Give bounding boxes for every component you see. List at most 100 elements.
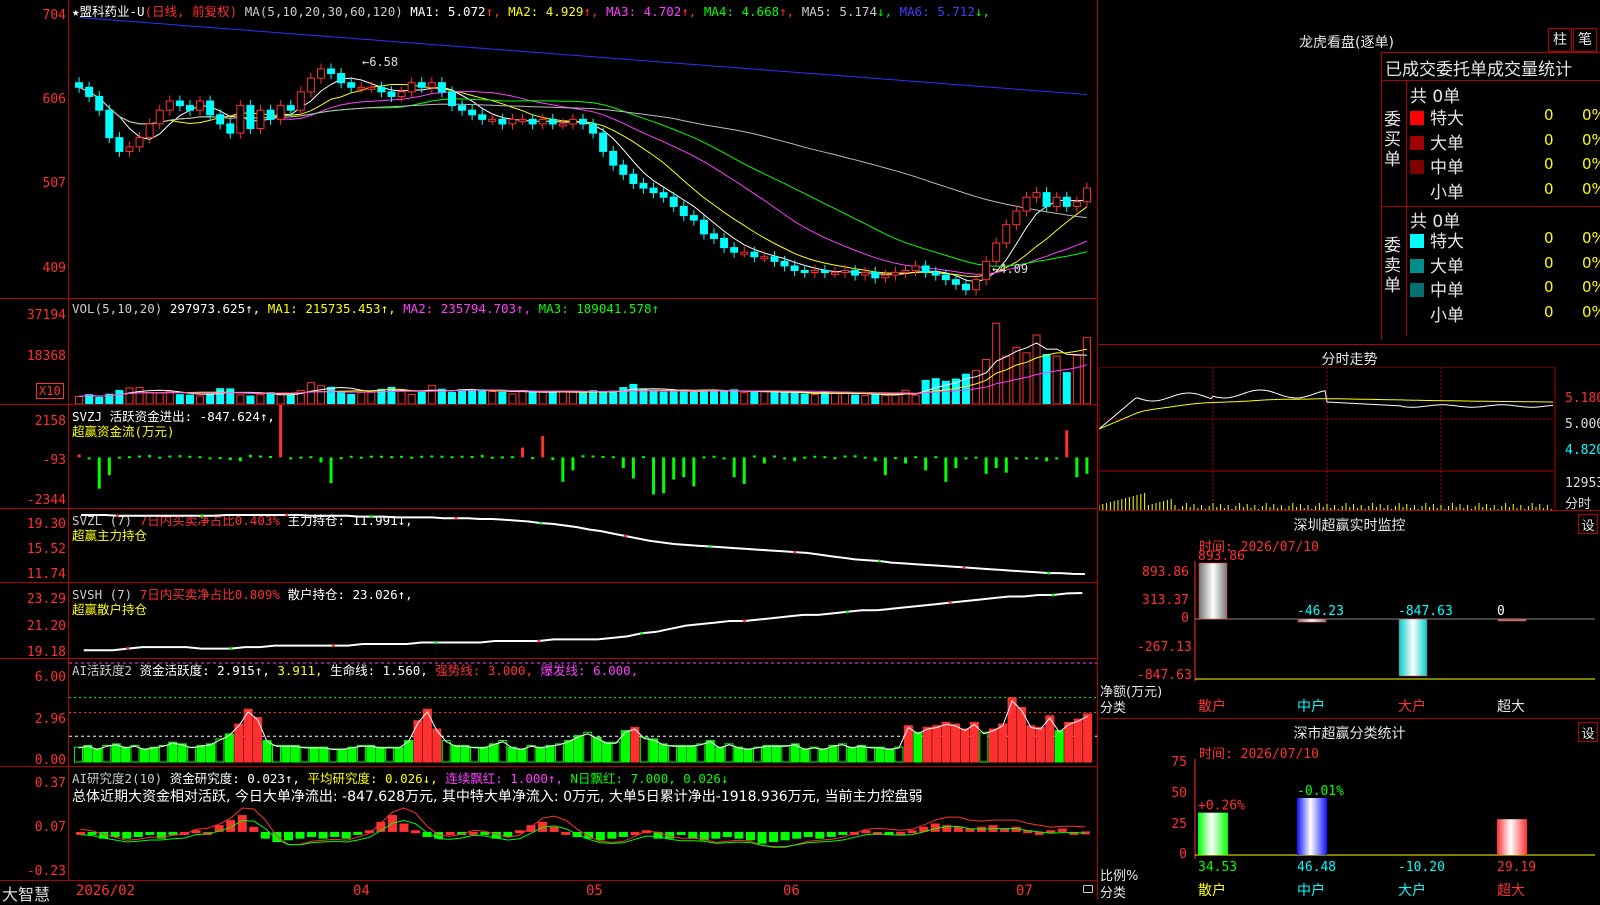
fund-flow-bar <box>934 456 938 459</box>
activity-bar <box>1083 713 1093 763</box>
fund-flow-bar <box>823 456 827 459</box>
research-bar <box>353 831 363 835</box>
fund-flow-bar <box>158 456 162 459</box>
activity-bar <box>979 731 989 763</box>
activity-bar <box>602 741 612 763</box>
activity-bar <box>847 746 857 763</box>
svzl-chart[interactable] <box>69 509 1097 582</box>
fund-flow-bar <box>682 457 686 478</box>
activity-bar <box>885 748 895 763</box>
candle-body <box>316 68 325 79</box>
candle-body <box>256 109 265 130</box>
chart-area[interactable]: ★盟科药业-U(日线, 前复权) MA(5,10,20,30,60,120) M… <box>0 0 1098 904</box>
monitor-value-label: -46.23 <box>1297 604 1344 619</box>
candlestick-chart[interactable] <box>69 14 1097 298</box>
monitor-category: 中户 <box>1297 698 1325 715</box>
candle-body <box>629 173 638 184</box>
fund-flow-bar <box>591 455 595 458</box>
volume-bar <box>871 394 880 404</box>
ai-research-chart[interactable] <box>69 767 1097 880</box>
order-size-label: 大单 <box>1430 133 1464 154</box>
volume-part: VOL(5,10,20) <box>72 301 170 316</box>
candle-body <box>891 271 900 276</box>
volume-bar <box>165 391 174 404</box>
ai-activity-chart[interactable] <box>69 659 1097 766</box>
activity-bar <box>507 746 517 763</box>
ma-line <box>79 17 1087 96</box>
candle-body <box>1072 201 1081 207</box>
research-bar <box>676 831 686 835</box>
tab-bar-chart[interactable]: 柱 <box>1548 28 1572 52</box>
candle-body <box>105 109 114 139</box>
svsh-chart[interactable] <box>69 583 1097 658</box>
classify-bar-chart[interactable]: +0.26% 34.53 散户 -0.01% 46.48 中户 -10.20 大户 29.19 超… <box>1099 719 1600 901</box>
intraday-price-line <box>1099 389 1554 430</box>
candle-body <box>458 105 467 111</box>
fund-flow-bar <box>329 457 333 483</box>
volume-bar <box>538 391 547 404</box>
candle-body <box>760 256 769 260</box>
classify-change-label: +0.26% <box>1198 799 1245 814</box>
volume-bar <box>337 391 346 404</box>
color-swatch-icon <box>1410 234 1424 248</box>
classify-bar <box>1297 797 1327 855</box>
svsh-y-label: 21.20 <box>26 619 66 634</box>
lock-icon[interactable] <box>1083 885 1093 893</box>
tab-tick-list[interactable]: 笔 <box>1573 28 1597 52</box>
price-y-label: 409 <box>42 261 66 276</box>
order-size-row: 中单 0 0% <box>1410 276 1600 301</box>
activity-bar <box>470 746 480 763</box>
candle-body <box>437 82 446 93</box>
volume-bar <box>780 392 789 404</box>
fund-flow-bar <box>430 455 434 458</box>
activity-bar <box>102 745 112 763</box>
candle-body <box>1042 192 1051 207</box>
brand-label: 大智慧 <box>2 885 51 904</box>
ai-activity-y-label: 2.96 <box>34 712 66 727</box>
research-bar <box>896 831 906 835</box>
color-swatch-icon <box>1410 135 1424 150</box>
monitor-bar <box>1297 618 1327 623</box>
activity-bar <box>564 740 574 763</box>
holding-tick <box>434 640 438 644</box>
fund-flow-bar <box>611 456 615 459</box>
volume-bar <box>75 395 84 404</box>
volume-bar <box>407 393 416 404</box>
intraday-title: 分时走势 <box>1321 352 1378 368</box>
candle-body <box>206 100 215 116</box>
activity-bar <box>356 745 366 763</box>
candle-body <box>851 270 860 276</box>
volume-bar <box>568 391 577 404</box>
fund-flow-bar <box>289 457 293 460</box>
activity-bar <box>932 725 942 763</box>
candle-body <box>951 279 960 285</box>
activity-bar <box>649 738 659 763</box>
fund-flow-bar <box>702 456 706 459</box>
candle-body <box>468 109 477 116</box>
candle-body <box>397 91 406 97</box>
fund-flow-bar <box>470 455 474 458</box>
classify-value-label: 29.19 <box>1497 860 1536 875</box>
candle-body <box>155 109 164 125</box>
activity-bar <box>224 733 234 763</box>
volume-bar <box>669 390 678 404</box>
fund-flow-bar <box>1024 457 1028 460</box>
candle-body <box>226 123 235 134</box>
volume-bar <box>145 392 154 404</box>
fund-flow-bar <box>813 455 817 458</box>
volume-part: MA1: 215735.453↑, <box>267 301 404 316</box>
activity-bar <box>526 745 536 763</box>
candle-body <box>599 132 608 152</box>
candle-body <box>669 196 678 207</box>
svzj-chart[interactable] <box>69 405 1097 508</box>
volume-chart[interactable] <box>69 315 1097 404</box>
fund-flow-bar <box>218 457 222 460</box>
monitor-bar-chart[interactable]: 893.86 散户 -46.23 中户 -847.63 大户 0 超大 <box>1099 511 1600 719</box>
activity-bar <box>837 743 847 763</box>
holding-tick <box>537 639 541 643</box>
research-bar <box>330 831 340 837</box>
intraday-chart[interactable] <box>1099 367 1565 511</box>
activity-bar <box>347 746 357 763</box>
volume-bar <box>1042 353 1051 404</box>
activity-bar <box>781 745 791 763</box>
